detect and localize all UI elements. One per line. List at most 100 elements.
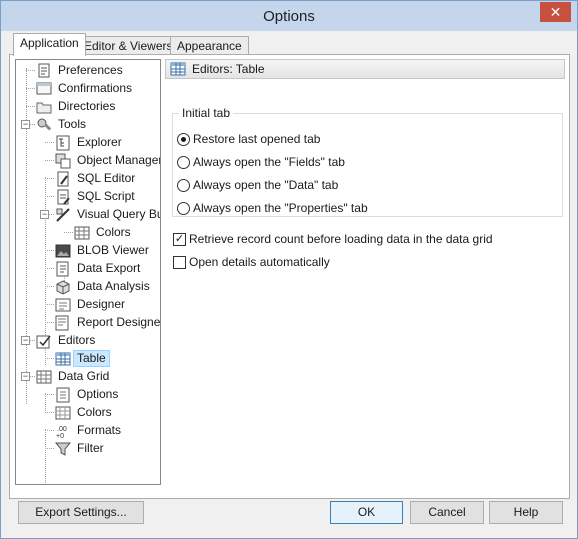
tree-item-filter[interactable]: Filter [55,440,110,457]
tree-item-visual-query-builder[interactable]: Visual Query Builder [55,206,160,223]
svg-text:+0: +0 [56,433,64,439]
close-icon: ✕ [549,4,562,20]
tree-connector [45,286,54,287]
tree-item-label: Confirmations [58,81,133,95]
tree-item-formats[interactable]: .00 +0 Formats [55,422,127,439]
radio-button[interactable] [177,155,190,169]
tab-label: Editor & Viewers [84,39,173,53]
tree-item-sql-editor[interactable]: SQL Editor [55,170,141,187]
collapse-toggle-icon[interactable]: − [21,336,30,345]
tree-item-label: Data Analysis [77,279,150,293]
tree-item-blob-viewer[interactable]: BLOB Viewer [55,242,155,259]
tree-connector [26,106,35,107]
tree-item-label: Report Designer [77,315,161,329]
tree-connector [64,232,73,233]
check-open-details[interactable]: Open details automatically [173,255,330,269]
options-window: Options ✕ Application Editor & Viewers A… [0,0,578,539]
export-settings-button[interactable]: Export Settings... [18,501,144,524]
tree-item-sql-script[interactable]: SQL Script [55,188,141,205]
settings-tree[interactable]: Preferences Confirmations Directories − Tool… [15,59,161,485]
tree-item-directories[interactable]: Directories [36,98,121,115]
table-icon [55,351,71,367]
tree-item-label: Designer [77,297,126,311]
ok-button[interactable]: OK [330,501,403,524]
tree-item-colors[interactable]: Colors [74,224,137,241]
tree-item-data-grid[interactable]: Data Grid [36,368,115,385]
radio-button[interactable] [177,178,190,192]
report-designer-icon [55,315,71,331]
tree-connector [26,88,35,89]
grid-icon [36,369,52,385]
radio-label: Always open the "Data" tab [193,178,339,192]
radio-button[interactable] [177,132,190,146]
tree-item-label: Formats [77,423,122,437]
tree-item-tools[interactable]: Tools [36,116,92,133]
collapse-toggle-icon[interactable]: − [21,120,30,129]
help-button[interactable]: Help [489,501,563,524]
tab-label: Appearance [177,39,242,53]
visual-query-icon [55,207,71,223]
group-title: Initial tab [179,106,234,120]
sql-script-icon [55,189,71,205]
tree-item-data-analysis[interactable]: Data Analysis [55,278,156,295]
window-title: Options [263,8,315,25]
radio-fields-tab[interactable]: Always open the "Fields" tab [177,155,345,169]
tree-item-colors[interactable]: Colors [55,404,118,421]
tree-item-label: Directories [58,99,116,113]
formats-icon: .00 +0 [55,423,71,439]
radio-data-tab[interactable]: Always open the "Data" tab [177,178,338,192]
tree-item-table[interactable]: Table [55,350,112,367]
panel-header: Editors: Table [165,59,565,79]
tree-item-label: Tools [58,117,87,131]
radio-restore-last[interactable]: Restore last opened tab [177,132,320,146]
title-bar: Options ✕ [1,1,577,31]
checkbox[interactable] [173,255,186,269]
tree-connector [26,70,35,71]
tree-item-confirmations[interactable]: Confirmations [36,80,138,97]
editors-icon [36,333,52,349]
radio-label: Restore last opened tab [193,132,321,146]
tree-item-label: Filter [77,441,104,455]
tree-item-preferences[interactable]: Preferences [36,62,129,79]
tree-connector [45,322,54,323]
tree-item-editors[interactable]: Editors [36,332,101,349]
tree-connector [45,394,54,395]
tree-item-label: Object Manager [77,153,161,167]
tree-item-label: Explorer [77,135,122,149]
tree-connector [45,393,46,411]
tab-editor-viewers[interactable]: Editor & Viewers [77,36,180,55]
table-icon [170,61,186,77]
tree-item-designer[interactable]: Designer [55,296,131,313]
tree-connector [45,196,54,197]
tree-connector [45,412,54,413]
radio-properties-tab[interactable]: Always open the "Properties" tab [177,201,368,215]
explorer-icon [55,135,71,151]
tree-item-object-manager[interactable]: Object Manager [55,152,161,169]
cancel-button[interactable]: Cancel [410,501,484,524]
tab-application[interactable]: Application [13,33,86,56]
preferences-icon [36,63,52,79]
tab-appearance[interactable]: Appearance [170,36,249,55]
colors-icon [55,405,71,421]
designer-icon [55,297,71,313]
checkbox[interactable]: ✓ [173,232,186,246]
checkbox-label: Open details automatically [189,255,330,269]
grid-icon [74,225,90,241]
radio-label: Always open the "Fields" tab [193,155,345,169]
collapse-toggle-icon[interactable]: − [21,372,30,381]
tree-item-label: Data Grid [58,369,110,383]
check-retrieve-record-count[interactable]: ✓ Retrieve record count before loading d… [173,232,493,246]
tree-item-options[interactable]: Options [55,386,124,403]
sql-editor-icon [55,171,71,187]
radio-button[interactable] [177,201,190,215]
tree-item-report-designer[interactable]: Report Designer [55,314,161,331]
tree-connector [45,358,54,359]
data-export-icon [55,261,71,277]
tree-item-label: Options [77,387,119,401]
tree-item-explorer[interactable]: Explorer [55,134,128,151]
close-button[interactable]: ✕ [540,2,571,22]
tab-label: Application [20,36,79,50]
collapse-toggle-icon[interactable]: − [40,210,49,219]
tree-item-data-export[interactable]: Data Export [55,260,146,277]
options-icon [55,387,71,403]
